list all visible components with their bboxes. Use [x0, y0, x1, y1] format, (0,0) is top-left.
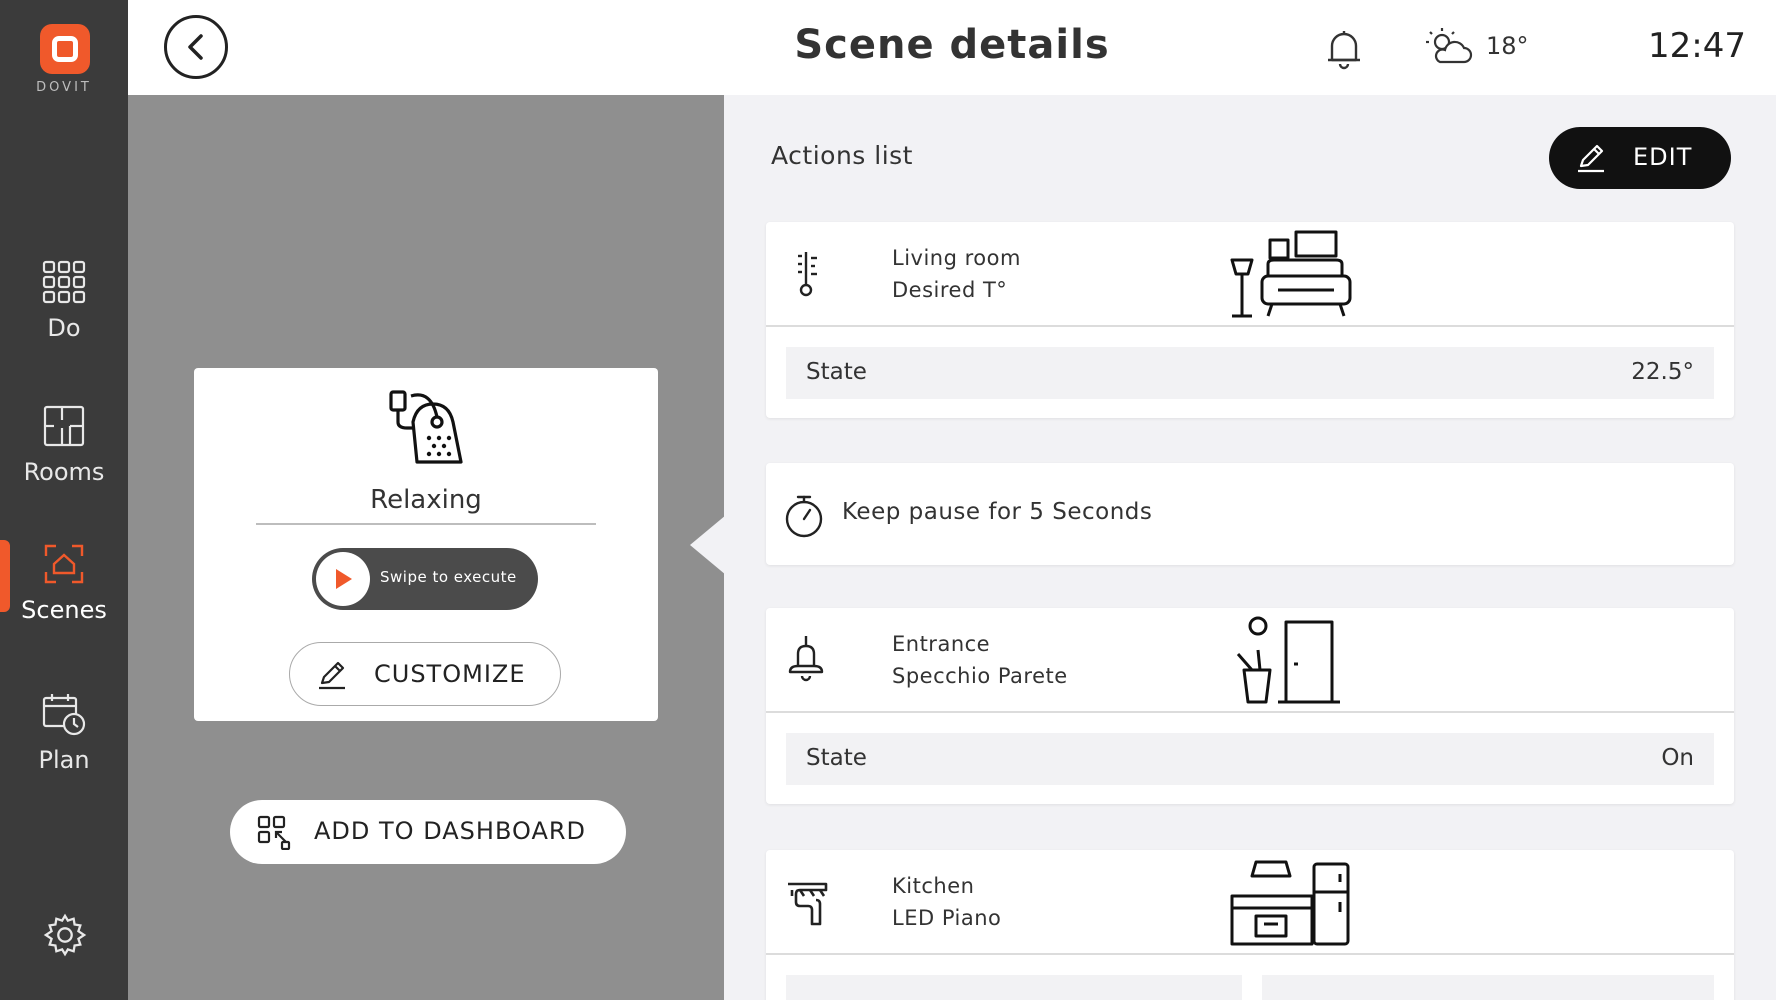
diffuser-icon: [389, 390, 463, 464]
swipe-to-execute-slider[interactable]: Swipe to execute: [312, 548, 538, 610]
scene-name: Relaxing: [370, 485, 482, 515]
add-to-dashboard-button[interactable]: ADD TO DASHBOARD: [230, 800, 626, 864]
clock: 12:47: [1648, 26, 1746, 66]
state-row: State On: [786, 733, 1714, 785]
thermometer-icon: [798, 252, 817, 297]
edit-label: EDIT: [1633, 143, 1693, 171]
action-card-living-room[interactable]: Living room Desired T° State 22.5°: [766, 222, 1734, 418]
pencil-icon: [1578, 144, 1604, 173]
swipe-handle[interactable]: [316, 552, 370, 606]
action-card-pause[interactable]: Keep pause for 5 Seconds: [766, 463, 1734, 565]
sidebar: DOVIT Do Rooms Scenes Plan: [0, 0, 128, 1000]
sidebar-item-plan[interactable]: Plan: [0, 690, 128, 810]
customize-button[interactable]: CUSTOMIZE: [289, 642, 561, 706]
play-icon: [336, 569, 352, 589]
sidebar-label-rooms: Rooms: [23, 458, 105, 486]
gear-icon[interactable]: [42, 912, 88, 958]
sidebar-item-scenes[interactable]: Scenes: [0, 540, 128, 660]
scene-divider: [256, 523, 596, 525]
floorplan-icon: [43, 405, 85, 447]
page-title: Scene details: [794, 22, 1110, 68]
scene-card: Relaxing Swipe to execute CUSTOMIZE: [194, 368, 658, 721]
add-dashboard-icon: [257, 815, 291, 850]
action-device: Specchio Parete: [892, 664, 1068, 688]
action-device: LED Piano: [892, 906, 1002, 930]
scenes-home-icon: [44, 544, 84, 584]
state-row: State 22.5°: [786, 347, 1714, 399]
dovit-logo: [40, 24, 90, 74]
action-card-entrance[interactable]: Entrance Specchio Parete State On: [766, 608, 1734, 804]
actions-panel: Actions list EDIT Living room Desired T°: [724, 95, 1776, 1000]
actions-list-title: Actions list: [771, 141, 913, 170]
edit-button[interactable]: EDIT: [1549, 127, 1731, 189]
state-row: [786, 975, 1714, 1000]
sidebar-item-do[interactable]: Do: [0, 258, 128, 378]
sidebar-label-do: Do: [47, 314, 81, 342]
sidebar-label-scenes: Scenes: [21, 596, 107, 624]
state-value: 22.5°: [1631, 359, 1694, 385]
action-room: Entrance: [892, 632, 991, 656]
sidebar-label-plan: Plan: [38, 746, 90, 774]
bell-icon[interactable]: [1324, 28, 1364, 70]
action-room: Living room: [892, 246, 1021, 270]
back-button[interactable]: [164, 15, 228, 79]
grid-icon: [42, 260, 86, 304]
scene-panel: Relaxing Swipe to execute CUSTOMIZE ADD …: [128, 95, 724, 1000]
state-value: On: [1661, 745, 1694, 771]
add-to-dashboard-label: ADD TO DASHBOARD: [314, 817, 587, 845]
sidebar-item-rooms[interactable]: Rooms: [0, 402, 128, 522]
pencil-icon: [319, 661, 345, 690]
state-label: State: [806, 745, 867, 771]
logo-text: DOVIT: [36, 80, 92, 95]
action-device: Desired T°: [892, 278, 1008, 302]
entrance-illustration-icon: [1236, 616, 1340, 704]
pause-text: Keep pause for 5 Seconds: [842, 499, 1153, 525]
customize-label: CUSTOMIZE: [374, 660, 526, 688]
led-strip-icon: [788, 882, 828, 926]
weather-temperature: 18°: [1486, 32, 1529, 60]
calendar-clock-icon: [42, 694, 86, 736]
chevron-left-icon: [188, 34, 203, 60]
kitchen-illustration-icon: [1230, 860, 1350, 946]
action-card-kitchen[interactable]: Kitchen LED Piano: [766, 850, 1734, 1000]
living-room-illustration-icon: [1230, 230, 1352, 318]
header-bar: Scene details 18° 12:47: [128, 0, 1776, 95]
panel-pointer: [690, 515, 726, 575]
state-label: State: [806, 359, 867, 385]
action-room: Kitchen: [892, 874, 975, 898]
partly-cloudy-icon: [1426, 28, 1473, 64]
swipe-label: Swipe to execute: [380, 568, 517, 586]
stopwatch-icon: [785, 495, 823, 538]
ceiling-lamp-icon: [788, 636, 824, 682]
